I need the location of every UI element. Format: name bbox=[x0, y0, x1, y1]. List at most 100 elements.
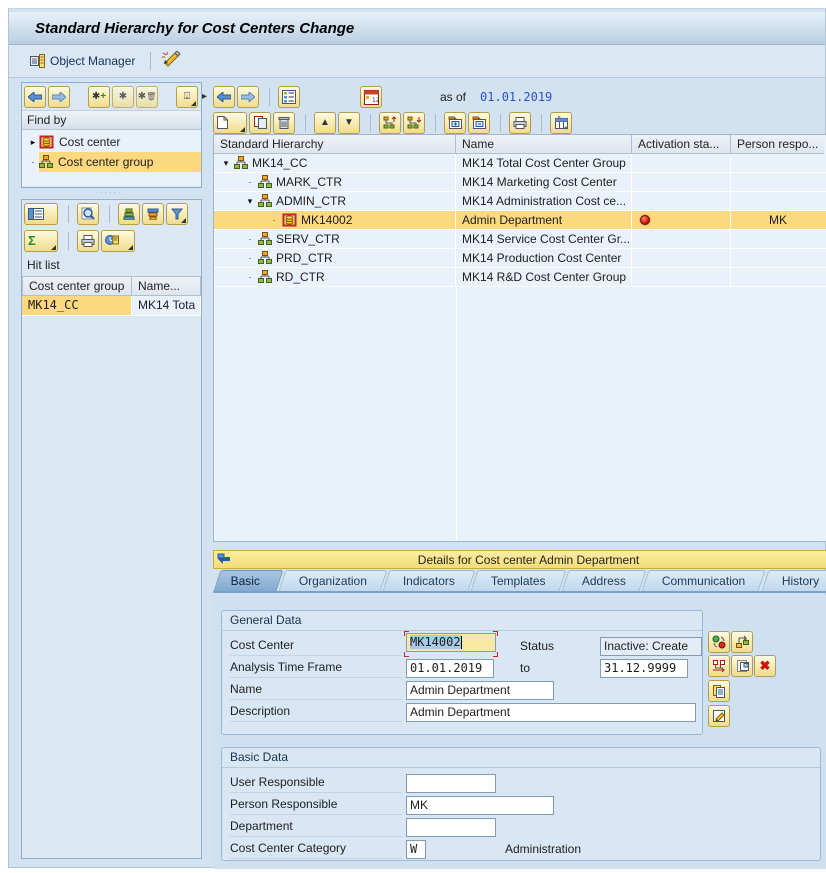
drilldown-button[interactable] bbox=[708, 655, 730, 677]
back-button[interactable] bbox=[24, 86, 46, 108]
hit-list-column-name[interactable]: Name... bbox=[132, 276, 201, 296]
more-arrow-icon[interactable]: ▸ bbox=[202, 92, 207, 102]
cost-center-category-input[interactable]: W bbox=[406, 840, 426, 859]
tree-node-id[interactable]: SERV_CTR bbox=[276, 232, 340, 246]
hit-list-cell-group[interactable]: MK14_CC bbox=[22, 296, 132, 316]
one-level-up-button[interactable] bbox=[379, 112, 401, 134]
tab-basic-data[interactable]: Basic data bbox=[214, 570, 284, 591]
analysis-from-input[interactable]: 01.01.2019 bbox=[406, 659, 494, 678]
column-header-person-responsible[interactable]: Person respo... bbox=[731, 135, 824, 154]
tree-node-activation-status bbox=[632, 192, 731, 210]
find-by-item-label[interactable]: Cost center group bbox=[58, 155, 153, 169]
tree-row-mk14002[interactable]: · MK14002Admin DepartmentMK bbox=[214, 211, 826, 230]
tab-history[interactable]: History bbox=[761, 570, 826, 591]
find-by-item-cost-center-group[interactable]: · Cost center group bbox=[22, 152, 201, 172]
panel-splitter[interactable]: ····· bbox=[21, 190, 202, 198]
delete-search-variant-button[interactable]: ✱🗑 bbox=[136, 86, 158, 108]
tree-node-person-responsible bbox=[731, 230, 824, 248]
user-responsible-input[interactable] bbox=[406, 774, 496, 793]
tree-row-mk14_cc[interactable]: ▾ MK14_CC MK14 Total Cost Center Group bbox=[214, 154, 826, 173]
print-button[interactable] bbox=[509, 112, 531, 134]
tab-communication[interactable]: Communication bbox=[642, 570, 766, 591]
person-responsible-input[interactable]: MK bbox=[406, 796, 554, 815]
display-search-variant-button[interactable]: ✱ bbox=[112, 86, 134, 108]
tree-node-id[interactable]: PRD_CTR bbox=[276, 251, 333, 265]
tree-node-name[interactable]: MK14 Production Cost Center bbox=[456, 249, 632, 267]
tree-node-id[interactable]: ADMIN_CTR bbox=[276, 194, 346, 208]
delete-validity-button[interactable]: ✖ bbox=[754, 655, 776, 677]
tree-node-name[interactable]: MK14 Marketing Cost Center bbox=[456, 173, 632, 191]
expander-icon[interactable]: ▾ bbox=[220, 158, 232, 169]
create-button[interactable] bbox=[213, 112, 247, 134]
tree-row-rd_ctr[interactable]: · RD_CTRMK14 R&D Cost Center Group bbox=[214, 268, 826, 287]
export-button[interactable] bbox=[101, 230, 135, 252]
one-level-down-button[interactable] bbox=[403, 112, 425, 134]
sort-ascending-button[interactable] bbox=[118, 203, 140, 225]
object-manager-icon bbox=[30, 54, 45, 68]
detail-view-button[interactable] bbox=[24, 203, 58, 225]
find-button[interactable] bbox=[77, 203, 99, 225]
tree-node-name[interactable]: MK14 Total Cost Center Group bbox=[456, 154, 632, 172]
as-of-date[interactable]: 01.01.2019 bbox=[480, 90, 552, 104]
tree-row-mark_ctr[interactable]: · MARK_CTRMK14 Marketing Cost Center bbox=[214, 173, 826, 192]
tab-organization[interactable]: Organization bbox=[279, 570, 388, 591]
tree-node-name[interactable]: MK14 Service Cost Center Gr... bbox=[456, 230, 632, 248]
delete-button[interactable] bbox=[273, 112, 295, 134]
object-manager-button[interactable]: Object Manager bbox=[23, 50, 142, 72]
find-by-item-label[interactable]: Cost center bbox=[59, 135, 120, 149]
cost-center-input[interactable]: MK14002 bbox=[406, 633, 496, 652]
expander-icon[interactable]: ▾ bbox=[244, 196, 256, 207]
hit-list-column-group[interactable]: Cost center group bbox=[22, 276, 132, 296]
expander-icon[interactable]: ▸ bbox=[27, 137, 39, 148]
sort-descending-button[interactable] bbox=[142, 203, 164, 225]
back-button[interactable] bbox=[213, 86, 235, 108]
filter-button[interactable] bbox=[166, 203, 188, 225]
move-down-button[interactable]: ▼ bbox=[338, 112, 360, 134]
forward-button[interactable] bbox=[237, 86, 259, 108]
department-input[interactable] bbox=[406, 818, 496, 837]
expand-all-button[interactable] bbox=[444, 112, 466, 134]
create-search-variant-button[interactable]: ✱+ bbox=[88, 86, 110, 108]
hit-list-cell-name[interactable]: MK14 Tota bbox=[132, 296, 201, 316]
hit-list-row[interactable]: MK14_CC MK14 Tota bbox=[22, 296, 201, 316]
tree-node-name[interactable]: MK14 R&D Cost Center Group bbox=[456, 268, 632, 286]
tree-node-id[interactable]: MARK_CTR bbox=[276, 175, 342, 189]
display-options-button[interactable] bbox=[278, 86, 300, 108]
tree-node-name[interactable]: Admin Department bbox=[456, 211, 632, 229]
change-validity-period-button[interactable]: 7 bbox=[731, 655, 753, 677]
tree-row-serv_ctr[interactable]: · SERV_CTRMK14 Service Cost Center Gr... bbox=[214, 230, 826, 249]
column-header-activation-status[interactable]: Activation sta... bbox=[632, 135, 731, 154]
forward-button[interactable] bbox=[48, 86, 70, 108]
edit-long-text-button[interactable] bbox=[708, 705, 730, 727]
tree-node-id[interactable]: MK14_CC bbox=[252, 156, 307, 170]
tree-node-id[interactable]: RD_CTR bbox=[276, 270, 325, 284]
copy-name-button[interactable] bbox=[708, 680, 730, 702]
print-button[interactable] bbox=[77, 230, 99, 252]
tree-node-id[interactable]: MK14002 bbox=[301, 213, 352, 227]
tree-node-name[interactable]: MK14 Administration Cost ce... bbox=[456, 192, 632, 210]
find-by-item-cost-center[interactable]: ▸ Cost center bbox=[22, 132, 201, 152]
column-header-name[interactable]: Name bbox=[456, 135, 632, 154]
collapse-all-button[interactable] bbox=[468, 112, 490, 134]
copy-button[interactable] bbox=[249, 112, 271, 134]
tree-row-admin_ctr[interactable]: ▾ ADMIN_CTR MK14 Administration Cost ce..… bbox=[214, 192, 826, 211]
tab-label: History bbox=[781, 571, 818, 591]
inheritance-button[interactable] bbox=[731, 631, 753, 653]
display-change-toggle-button[interactable] bbox=[161, 51, 181, 72]
description-input[interactable]: Admin Department bbox=[406, 703, 696, 722]
tree-row-prd_ctr[interactable]: · PRD_CTR MK14 Production Cost Center bbox=[214, 249, 826, 268]
move-up-button[interactable]: ▲ bbox=[314, 112, 336, 134]
sum-button[interactable]: Σ bbox=[24, 230, 58, 252]
column-header-standard-hierarchy[interactable]: Standard Hierarchy bbox=[214, 135, 456, 154]
tab-address[interactable]: Address bbox=[562, 570, 647, 591]
name-input[interactable]: Admin Department bbox=[406, 681, 554, 700]
activate-button[interactable] bbox=[708, 631, 730, 653]
more-search-helps-button[interactable]: ⍗ bbox=[176, 86, 198, 108]
analysis-to-input[interactable]: 31.12.9999 bbox=[600, 659, 688, 678]
leaf-bullet-icon: · bbox=[244, 253, 256, 263]
column-configuration-button[interactable]: ✕ bbox=[550, 112, 572, 134]
key-date-button[interactable]: 12 bbox=[360, 86, 382, 108]
tab-indicators[interactable]: Indicators bbox=[383, 570, 476, 591]
tab-templates[interactable]: Templates bbox=[471, 570, 567, 591]
collapse-details-icon[interactable] bbox=[217, 553, 231, 566]
